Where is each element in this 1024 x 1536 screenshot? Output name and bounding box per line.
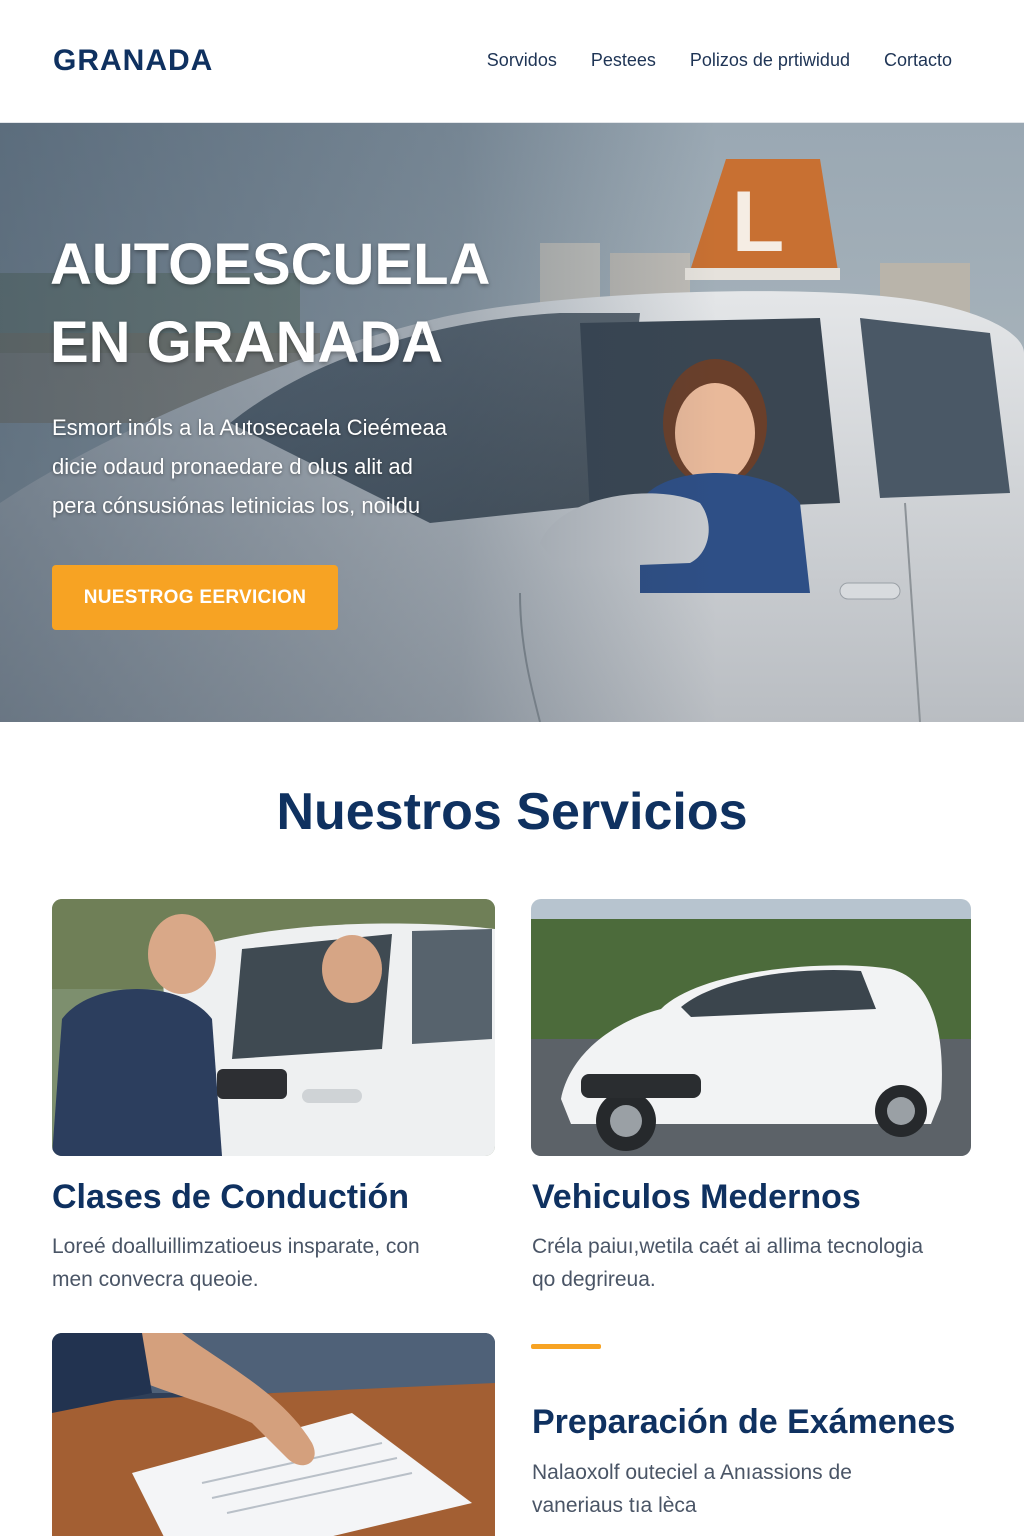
site-header: GRANADA Sorvidos Pestees Polizos de prti… bbox=[0, 0, 1024, 123]
service-text-line: Loreé doalluillimzatioeus insparate, con bbox=[52, 1235, 420, 1258]
logo[interactable]: GRANADA bbox=[53, 44, 213, 78]
nav-item-servicios[interactable]: Sorvidos bbox=[487, 50, 557, 71]
service-image-modern-vehicles bbox=[531, 899, 971, 1156]
hero-title-line2: EN GRANADA bbox=[50, 310, 444, 375]
hero-title: AUTOESCUELA EN GRANADA bbox=[50, 226, 610, 382]
nav-item-politica-privacidad[interactable]: Polizos de prtiwidud bbox=[690, 50, 850, 71]
service-image-exam-prep bbox=[52, 1333, 495, 1536]
service-text-line: men convecra queoie. bbox=[52, 1268, 259, 1291]
service-text-line: Créla paiuı,wetila caét ai allima tecnol… bbox=[532, 1235, 924, 1258]
services-title: Nuestros Servicios bbox=[276, 783, 748, 841]
hero-section: L AUTOESCUELA EN GRANADA Esmort inóls a … bbox=[0, 123, 1024, 722]
nav-item-precios[interactable]: Pestees bbox=[591, 50, 656, 71]
hero-text-line3: pera cónsusiónas letinicias los, noildu bbox=[52, 493, 421, 518]
accent-divider bbox=[531, 1344, 601, 1349]
service-text-modern-vehicles: Créla paiuı,wetila caét ai allima tecnol… bbox=[532, 1230, 972, 1296]
services-cta-button[interactable]: NUESTROG EERVICION bbox=[52, 565, 338, 630]
service-title-driving-lessons: Clases de Conductión bbox=[52, 1178, 410, 1216]
hero-title-line1: AUTOESCUELA bbox=[50, 232, 491, 297]
nav-item-contacto[interactable]: Cortacto bbox=[884, 50, 952, 71]
service-text-line: Nalaoxolf outeciel a Anıassions de bbox=[532, 1461, 852, 1484]
main-nav: Sorvidos Pestees Polizos de prtiwidud Co… bbox=[487, 50, 952, 71]
hero-text-line2: dicie odaud pronaedare d olus alit ad bbox=[52, 454, 413, 479]
service-text-driving-lessons: Loreé doalluillimzatioeus insparate, con… bbox=[52, 1230, 492, 1296]
service-text-exam-prep: Nalaoxolf outeciel a Anıassions de vaner… bbox=[532, 1456, 972, 1522]
hero-description: Esmort inóls a la Autosecaela Cieémeaa d… bbox=[52, 408, 522, 525]
service-title-exam-prep: Preparación de Exámenes bbox=[532, 1403, 956, 1441]
service-text-line: vaneriaus tıa lèca bbox=[532, 1494, 697, 1517]
service-text-line: qo degrireua. bbox=[532, 1268, 656, 1291]
hero-text-line1: Esmort inóls a la Autosecaela Cieémeaa bbox=[52, 415, 447, 440]
service-title-modern-vehicles: Vehiculos Medernos bbox=[532, 1178, 861, 1216]
service-image-driving-lessons bbox=[52, 899, 495, 1156]
